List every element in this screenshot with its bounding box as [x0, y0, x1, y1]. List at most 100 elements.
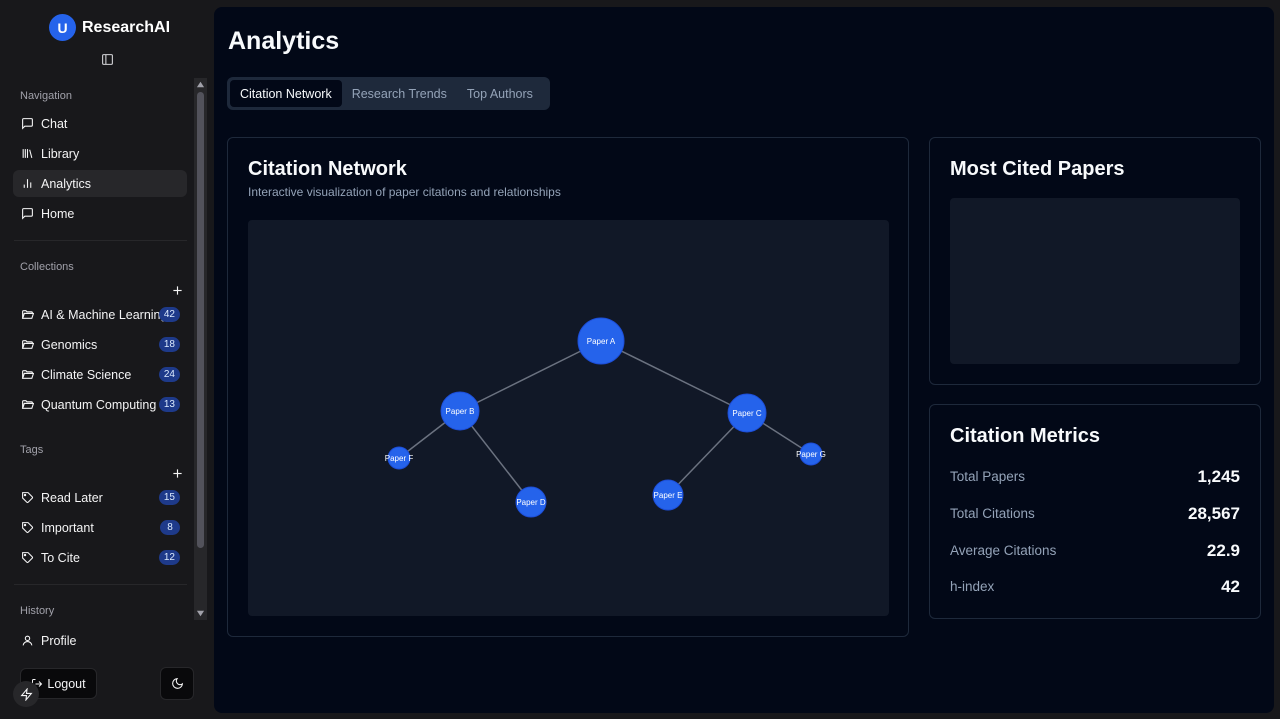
tag-item-to-cite[interactable]: To Cite 12	[13, 544, 187, 571]
folder-open-icon	[21, 400, 34, 409]
metric-value: 42	[1221, 577, 1240, 596]
logout-label: Logout	[47, 676, 86, 691]
collection-item-genomics[interactable]: Genomics 18	[13, 331, 187, 358]
card-title: Citation Network	[248, 158, 407, 180]
network-node-c[interactable]: Paper C	[727, 393, 767, 433]
message-square-icon	[22, 118, 33, 130]
sidebar-item-home[interactable]: Home	[13, 200, 187, 227]
user-icon	[22, 635, 33, 646]
sidebar-item-profile[interactable]: Profile	[13, 627, 187, 654]
analytics-tabs: Citation Network Research Trends Top Aut…	[227, 77, 550, 110]
tag-item-important[interactable]: Important 8	[13, 514, 187, 541]
collection-label: Climate Science	[41, 367, 132, 382]
metric-value: 1,245	[1197, 467, 1240, 486]
divider	[14, 240, 187, 241]
metric-label: h-index	[950, 579, 995, 594]
divider	[14, 584, 187, 585]
tag-label: To Cite	[41, 550, 80, 565]
brand[interactable]: U ResearchAI	[49, 14, 170, 41]
tag-count-badge: 8	[160, 520, 180, 535]
section-label-collections: Collections	[20, 261, 74, 273]
moon-icon	[171, 677, 183, 689]
most-cited-papers-content	[950, 198, 1240, 364]
metric-row: Average Citations 22.9	[950, 541, 1240, 561]
tag-label: Important	[41, 520, 94, 535]
bar-chart-icon	[23, 179, 32, 188]
metric-label: Total Papers	[950, 469, 1026, 484]
citation-network-graph[interactable]: Paper A Paper B Paper C Paper D Paper E Paper…	[248, 220, 889, 616]
network-node-a[interactable]: Paper A	[577, 317, 625, 365]
sidebar-scrollbar[interactable]	[194, 78, 207, 620]
network-node-label: Paper G	[796, 450, 826, 459]
theme-toggle-button[interactable]	[160, 667, 194, 700]
plus-icon	[172, 285, 182, 295]
sidebar-toggle-button[interactable]	[99, 51, 115, 67]
section-label-history: History	[20, 605, 55, 617]
collection-item-climate-science[interactable]: Climate Science 24	[13, 361, 187, 388]
sidebar-item-label: Profile	[41, 633, 77, 648]
network-node-label: Paper C	[732, 409, 762, 418]
metric-label: Total Citations	[950, 506, 1035, 521]
collection-count-badge: 13	[158, 397, 180, 412]
network-node-label: Paper D	[516, 498, 546, 507]
tag-icon	[22, 552, 33, 563]
tag-item-read-later[interactable]: Read Later 15	[13, 484, 187, 511]
collection-label: AI & Machine Learning	[41, 307, 168, 322]
sidebar-item-library[interactable]: Library	[13, 140, 187, 167]
quick-action-button[interactable]	[13, 681, 39, 707]
add-collection-button[interactable]	[171, 284, 183, 296]
sidebar-item-label: Home	[41, 206, 75, 221]
citation-network-card: Citation Network Interactive visualizati…	[227, 137, 909, 637]
page-title: Analytics	[228, 27, 340, 55]
metric-value: 28,567	[1188, 504, 1240, 523]
tag-icon	[22, 522, 33, 533]
metric-label: Average Citations	[950, 543, 1057, 558]
collection-item-quantum-computing[interactable]: Quantum Computing 13	[13, 391, 187, 418]
folder-open-icon	[21, 310, 34, 319]
folder-open-icon	[21, 370, 34, 379]
card-title: Citation Metrics	[950, 425, 1101, 447]
tag-label: Read Later	[41, 490, 103, 505]
card-subtitle: Interactive visualization of paper citat…	[248, 185, 561, 199]
collection-count-badge: 24	[158, 367, 180, 382]
metric-row: h-index 42	[950, 577, 1240, 597]
metric-value: 22.9	[1206, 541, 1240, 560]
scroll-up-arrow-icon[interactable]	[196, 80, 205, 89]
section-label-tags: Tags	[20, 444, 44, 456]
sidebar-item-label: Analytics	[41, 176, 92, 191]
tag-icon	[22, 492, 33, 503]
collection-label: Genomics	[41, 337, 98, 352]
section-label-navigation: Navigation	[20, 90, 72, 102]
card-title: Most Cited Papers	[950, 158, 1125, 180]
sidebar-item-analytics[interactable]: Analytics	[13, 170, 187, 197]
sidebar-item-chat[interactable]: Chat	[13, 110, 187, 137]
brand-name: ResearchAI	[82, 18, 171, 36]
collection-count-badge: 18	[158, 337, 180, 352]
network-node-e[interactable]: Paper E	[652, 479, 684, 511]
collection-label: Quantum Computing	[41, 397, 157, 412]
scroll-thumb[interactable]	[197, 92, 204, 548]
network-node-g[interactable]: Paper G	[796, 442, 826, 466]
network-edge-a-c	[600, 340, 748, 414]
sidebar-scroll-area: Navigation Chat Library Analytics Home C…	[0, 78, 194, 620]
avatar: U	[49, 14, 76, 41]
network-node-label: Paper B	[446, 407, 475, 416]
main-content: Analytics Citation Network Research Tren…	[214, 7, 1274, 713]
metric-row: Total Papers 1,245	[950, 467, 1240, 487]
network-node-b[interactable]: Paper B	[440, 391, 480, 431]
collection-count-badge: 42	[158, 307, 180, 322]
tab-research-trends[interactable]: Research Trends	[342, 80, 457, 107]
collection-item-ai-machine-learning[interactable]: AI & Machine Learning 42	[13, 301, 187, 328]
tab-top-authors[interactable]: Top Authors	[457, 80, 543, 107]
network-svg[interactable]: Paper A Paper B Paper C Paper D Paper E Paper…	[248, 220, 889, 616]
sidebar-item-label: Chat	[41, 116, 68, 131]
plus-icon	[172, 468, 182, 478]
tab-citation-network[interactable]: Citation Network	[230, 80, 342, 107]
add-tag-button[interactable]	[171, 467, 183, 479]
network-node-d[interactable]: Paper D	[515, 486, 547, 518]
message-square-icon	[22, 208, 33, 220]
network-node-label: Paper F	[385, 454, 414, 463]
network-node-label: Paper E	[654, 491, 683, 500]
scroll-down-arrow-icon[interactable]	[196, 609, 205, 618]
library-icon	[22, 149, 33, 158]
